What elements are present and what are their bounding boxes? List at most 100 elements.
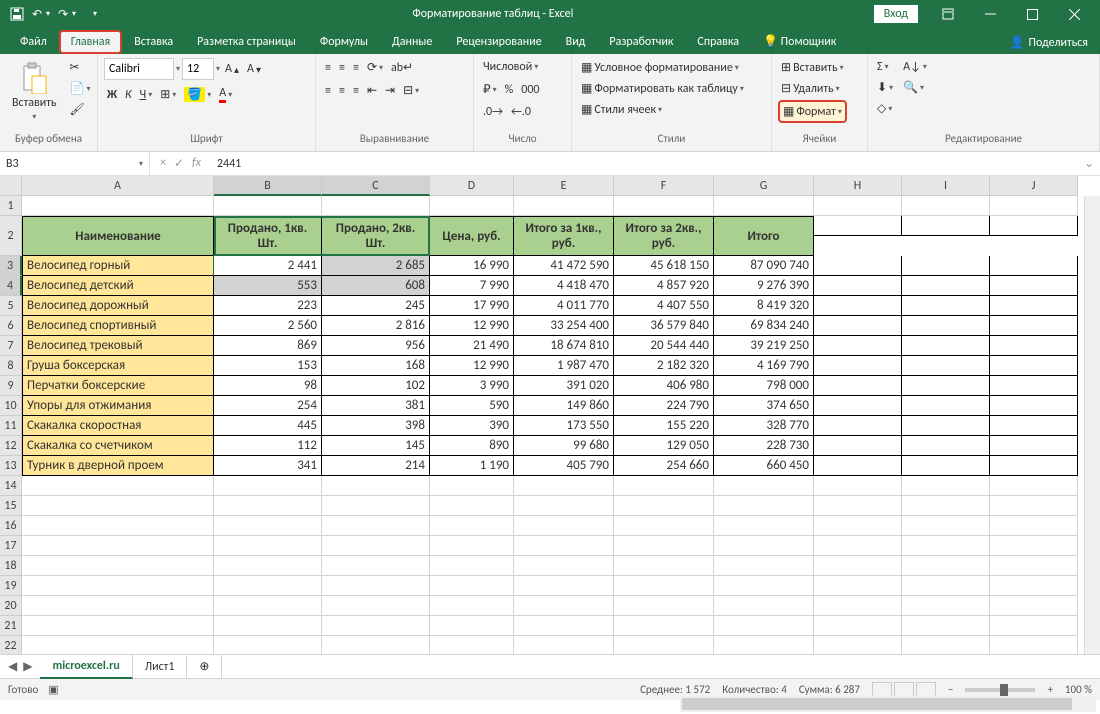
cell[interactable]: 112	[214, 436, 322, 456]
cell[interactable]	[430, 576, 514, 596]
column-header[interactable]: A	[22, 176, 214, 196]
cell[interactable]	[214, 616, 322, 636]
cell[interactable]	[990, 516, 1078, 536]
cell[interactable]	[514, 536, 614, 556]
cell[interactable]	[322, 476, 430, 496]
cell[interactable]: 1 987 470	[514, 356, 614, 376]
font-size-input[interactable]	[182, 58, 214, 80]
row-header[interactable]: 17	[0, 536, 22, 556]
cell[interactable]	[614, 476, 714, 496]
align-right-button[interactable]: ≡	[350, 82, 362, 100]
cell[interactable]	[814, 636, 902, 654]
cell[interactable]	[22, 516, 214, 536]
cell[interactable]	[990, 216, 1078, 236]
cell[interactable]: 254 660	[614, 456, 714, 476]
tab-file[interactable]: Файл	[8, 30, 59, 54]
cell[interactable]: Цена, руб.	[430, 216, 514, 256]
zoom-slider[interactable]	[965, 688, 1035, 692]
cell[interactable]: 155 220	[614, 416, 714, 436]
cell[interactable]: 398	[322, 416, 430, 436]
cell[interactable]: 4 169 790	[714, 356, 814, 376]
cell[interactable]: 2 441	[214, 256, 322, 276]
cells-group-label[interactable]: Ячейки	[778, 130, 861, 147]
cell[interactable]	[902, 276, 990, 296]
row-header[interactable]: 15	[0, 496, 22, 516]
close-icon[interactable]	[1054, 0, 1094, 28]
cell[interactable]	[814, 216, 902, 236]
cell[interactable]: 173 550	[514, 416, 614, 436]
cell[interactable]	[814, 416, 902, 436]
font-color-button[interactable]: A▾	[216, 84, 235, 105]
cell[interactable]	[322, 496, 430, 516]
cell[interactable]: 2 685	[322, 256, 430, 276]
insert-cells-button[interactable]: ⊞ Вставить▾	[778, 58, 847, 77]
cell[interactable]	[814, 496, 902, 516]
row-header[interactable]: 6	[0, 316, 22, 336]
cell[interactable]: 374 650	[714, 396, 814, 416]
tab-developer[interactable]: Разработчик	[597, 30, 685, 54]
cell[interactable]: 4 857 920	[614, 276, 714, 296]
cell[interactable]	[990, 256, 1078, 276]
formula-bar[interactable]: 2441	[211, 157, 1078, 171]
cell[interactable]: 660 450	[714, 456, 814, 476]
delete-cells-button[interactable]: ⊟ Удалить▾	[778, 79, 843, 98]
cell[interactable]	[322, 636, 430, 654]
styles-group-label[interactable]: Стили	[578, 130, 765, 147]
zoom-out-button[interactable]: −	[948, 683, 953, 696]
sheet-tab-active[interactable]: microexcel.ru	[40, 655, 132, 679]
cell[interactable]	[814, 196, 902, 216]
cell[interactable]: Перчатки боксерские	[22, 376, 214, 396]
cell[interactable]	[514, 496, 614, 516]
font-group-label[interactable]: Шрифт	[104, 130, 309, 147]
cell[interactable]	[322, 616, 430, 636]
cell[interactable]	[902, 576, 990, 596]
cell[interactable]	[902, 596, 990, 616]
cell[interactable]	[22, 556, 214, 576]
cell[interactable]: 869	[214, 336, 322, 356]
cell[interactable]	[814, 556, 902, 576]
cell[interactable]	[814, 476, 902, 496]
alignment-group-label[interactable]: Выравнивание	[322, 130, 467, 147]
cell[interactable]: Велосипед спортивный	[22, 316, 214, 336]
cell[interactable]	[902, 216, 990, 236]
cell[interactable]	[814, 596, 902, 616]
cell[interactable]	[430, 636, 514, 654]
row-header[interactable]: 11	[0, 416, 22, 436]
cell[interactable]	[990, 596, 1078, 616]
tab-data[interactable]: Данные	[380, 30, 444, 54]
wrap-text-button[interactable]: ab↵	[388, 58, 416, 77]
column-header[interactable]: C	[322, 176, 430, 196]
column-header[interactable]: E	[514, 176, 614, 196]
cell[interactable]	[214, 636, 322, 654]
cell[interactable]: Скакалка скоростная	[22, 416, 214, 436]
cell[interactable]: 21 490	[430, 336, 514, 356]
cell[interactable]	[902, 636, 990, 654]
tab-help[interactable]: Справка	[685, 30, 751, 54]
cell[interactable]	[990, 496, 1078, 516]
number-group-label[interactable]: Число	[480, 130, 565, 147]
cell[interactable]	[902, 476, 990, 496]
column-header[interactable]: F	[614, 176, 714, 196]
cell[interactable]	[902, 196, 990, 216]
cell[interactable]: 405 790	[514, 456, 614, 476]
ribbon-options-icon[interactable]	[928, 0, 968, 28]
cell[interactable]: Велосипед дорожный	[22, 296, 214, 316]
cell[interactable]	[430, 496, 514, 516]
cell[interactable]	[430, 556, 514, 576]
cell[interactable]: 41 472 590	[514, 256, 614, 276]
cell[interactable]	[990, 576, 1078, 596]
cell[interactable]	[714, 556, 814, 576]
cell[interactable]: 228 730	[714, 436, 814, 456]
horizontal-scrollbar[interactable]	[680, 696, 1096, 712]
cell[interactable]: 99 680	[514, 436, 614, 456]
expand-formula-bar-icon[interactable]: ⌄	[1078, 156, 1100, 171]
cell[interactable]: 798 000	[714, 376, 814, 396]
maximize-icon[interactable]	[1012, 0, 1052, 28]
cell[interactable]: 16 990	[430, 256, 514, 276]
zoom-in-button[interactable]: +	[1047, 683, 1052, 696]
cell[interactable]	[430, 476, 514, 496]
row-header[interactable]: 14	[0, 476, 22, 496]
orientation-button[interactable]: ⟳▾	[364, 58, 386, 77]
cell[interactable]	[322, 576, 430, 596]
row-header[interactable]: 21	[0, 616, 22, 636]
